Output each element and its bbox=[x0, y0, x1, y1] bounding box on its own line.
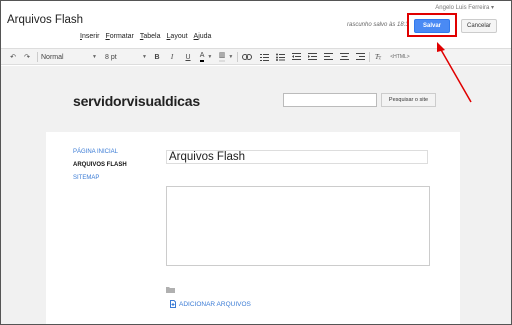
annotation-arrow bbox=[437, 42, 472, 103]
